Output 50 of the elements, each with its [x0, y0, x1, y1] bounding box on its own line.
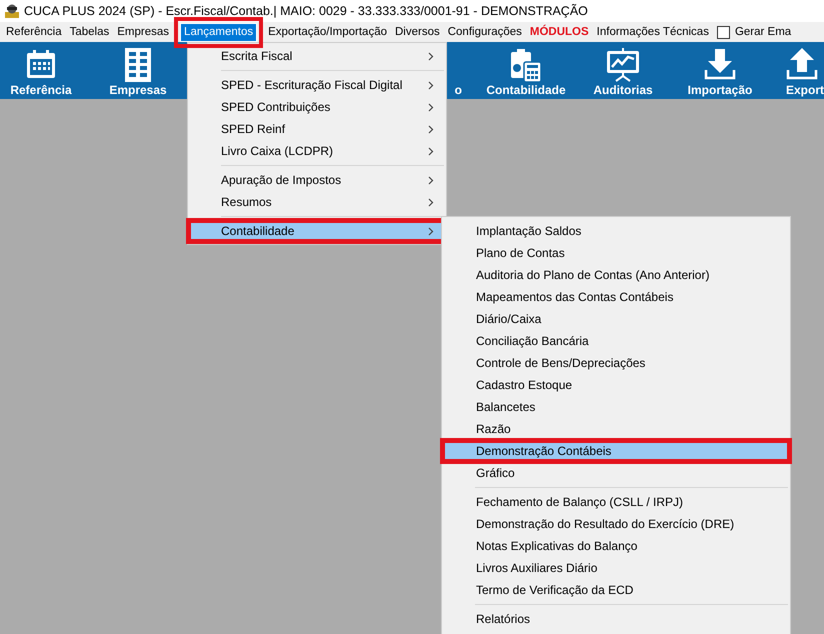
- toolbar-button[interactable]: Empresas: [97, 44, 179, 99]
- toolbar-button[interactable]: Export: [786, 44, 824, 99]
- toolbar-button[interactable]: Auditorias: [582, 44, 664, 99]
- menu-item[interactable]: Controle de Bens/Depreciações: [442, 352, 790, 374]
- menu-item[interactable]: Gráfico: [442, 462, 790, 484]
- menu-item[interactable]: Fechamento de Balanço (CSLL / IRPJ): [442, 491, 790, 513]
- menu-item[interactable]: Empresas: [113, 22, 174, 42]
- menu-item[interactable]: Balancetes: [442, 396, 790, 418]
- menu-item[interactable]: Mapeamentos das Contas Contábeis: [442, 286, 790, 308]
- clipboard-calculator-icon: [510, 48, 542, 82]
- menu-item[interactable]: Diversos: [391, 22, 444, 42]
- upload-icon: [786, 48, 818, 80]
- menu-item[interactable]: Escrita Fiscal: [188, 45, 446, 67]
- menu-item[interactable]: Demonstração Contábeis: [442, 440, 790, 462]
- menu-item[interactable]: MÓDULOS: [526, 22, 593, 42]
- menu-item[interactable]: SPED - Escrituração Fiscal Digital: [188, 74, 446, 96]
- menu-item[interactable]: Relatórios: [442, 608, 790, 630]
- toolbar-label[interactable]: o: [454, 83, 462, 99]
- menu-item[interactable]: Exportação/Importação: [264, 22, 391, 42]
- menu-item[interactable]: SPED Contribuições: [188, 96, 446, 118]
- toolbar-button[interactable]: Importação: [679, 44, 761, 99]
- calendar-icon: [25, 48, 57, 80]
- menu-item[interactable]: Conciliação Bancária: [442, 330, 790, 352]
- menu-item[interactable]: Diário/Caixa: [442, 308, 790, 330]
- menu-item[interactable]: Cadastro Estoque: [442, 374, 790, 396]
- menu-item[interactable]: Razão: [442, 418, 790, 440]
- building-icon: [125, 48, 151, 82]
- menu-item[interactable]: Demonstração do Resultado do Exercício (DRE): [442, 513, 790, 535]
- download-icon: [704, 48, 736, 80]
- checkbox-label[interactable]: Gerar Ema: [734, 26, 792, 38]
- menu-item[interactable]: Tabelas: [66, 22, 114, 42]
- menu-item[interactable]: Configurações: [444, 22, 526, 42]
- mascot-icon: [4, 4, 20, 18]
- menu-item[interactable]: Informações Técnicas: [592, 22, 713, 42]
- menu-item[interactable]: Apuração de Impostos: [188, 169, 446, 191]
- menu-item[interactable]: Termo de Verificação da ECD: [442, 579, 790, 601]
- menu-item[interactable]: Livro Caixa (LCDPR): [188, 140, 446, 162]
- presentation-chart-icon: [606, 48, 640, 82]
- menu-item[interactable]: SPED Reinf: [188, 118, 446, 140]
- menu-item[interactable]: Livros Auxiliares Diário: [442, 557, 790, 579]
- menu-item[interactable]: Referência: [2, 22, 66, 42]
- menu-item[interactable]: Lançamentos: [180, 22, 258, 42]
- menu-item[interactable]: Resumos: [188, 191, 446, 213]
- menu-item[interactable]: Auditoria do Plano de Contas (Ano Anterior): [442, 264, 790, 286]
- checkbox[interactable]: [716, 26, 730, 38]
- toolbar-button[interactable]: Contabilidade: [485, 44, 567, 99]
- menu-item[interactable]: Plano de Contas: [442, 242, 790, 264]
- window-title: CUCA PLUS 2024 (SP) - Escr.Fiscal/Contab.| MAIO: 0029 - 33.333.333/0001-91 - DEMONSTRAÇÃO: [24, 4, 588, 18]
- toolbar-button[interactable]: Referência: [0, 44, 82, 99]
- menu-item[interactable]: Notas Explicativas do Balanço: [442, 535, 790, 557]
